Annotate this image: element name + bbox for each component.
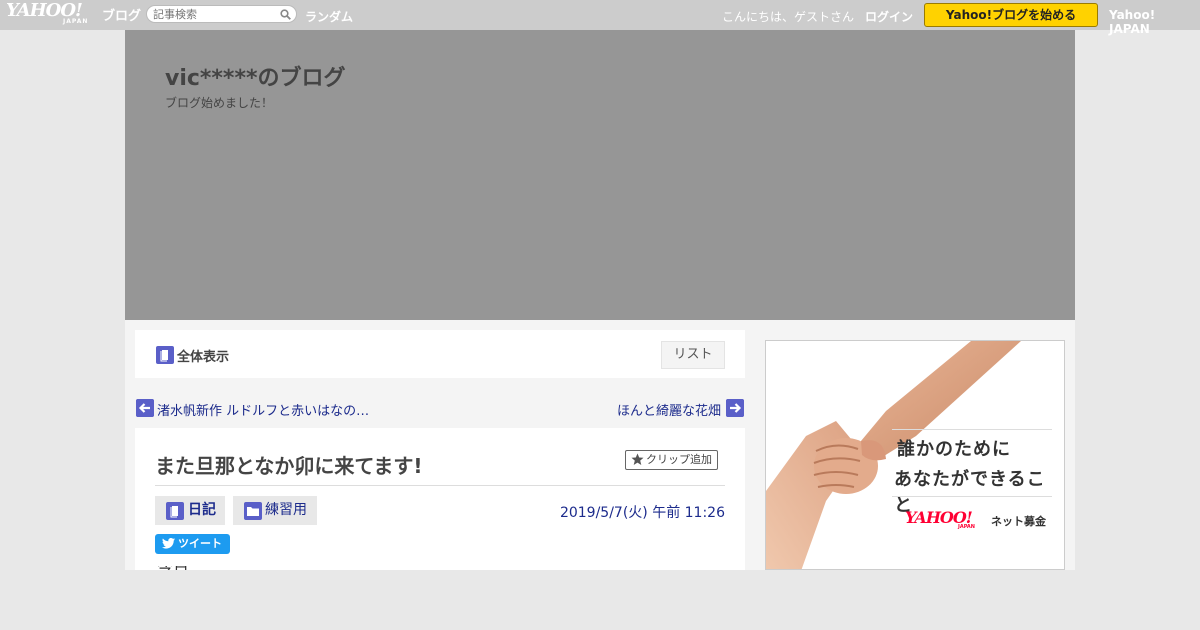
category-tag-practice[interactable]: 練習用 (233, 496, 317, 525)
star-icon (631, 453, 644, 465)
ad-divider (892, 496, 1052, 497)
page-bottom (0, 570, 1200, 630)
yahoo-japan-link[interactable]: Yahoo! JAPAN (1109, 8, 1200, 36)
ad-service-name: ネット募金 (991, 515, 1046, 528)
arrow-left-icon (136, 399, 154, 417)
yahoo-blog-logo[interactable]: YAHOO! JAPAN ブログ (6, 0, 142, 27)
arrow-right-icon (726, 399, 744, 417)
random-link[interactable]: ランダム (305, 8, 353, 25)
twitter-bird-icon (162, 538, 175, 549)
greeting-text: こんにちは、ゲストさん (722, 10, 855, 24)
next-post-title: ほんと綺麗な花畑 (616, 404, 721, 419)
book-icon (156, 346, 174, 364)
next-post-link[interactable]: ほんと綺麗な花畑 (595, 398, 745, 419)
article: また旦那となか卯に来てます! クリップ追加 日記 練習用 2019/5/7(火)… (135, 428, 745, 570)
post-navigation: 渚水帆新作 ルドルフと赤いはなの… ほんと綺麗な花畑 (135, 398, 745, 420)
blog-description: ブログ始めました！ (165, 96, 274, 110)
japan-logo-text: JAPAN (63, 18, 89, 25)
folder-label: 練習用 (265, 502, 307, 518)
article-title[interactable]: また旦那となか卯に来てます! (155, 450, 423, 479)
search-input[interactable] (153, 7, 273, 22)
search-box (146, 5, 297, 23)
book-icon (166, 502, 184, 520)
post-date: 2019/5/7(火) 午前 11:26 (559, 505, 725, 521)
prev-post-title: 渚水帆新作 ルドルフと赤いはなの… (157, 404, 370, 419)
clip-add-button[interactable]: クリップ追加 (625, 450, 718, 470)
login-link[interactable]: ログイン (865, 8, 913, 25)
clip-add-label: クリップ追加 (646, 453, 712, 466)
tweet-label: ツイート (178, 537, 222, 550)
allview-bar: 全体表示 リスト (135, 330, 745, 378)
global-header: YAHOO! JAPAN ブログ ランダム こんにちは、ゲストさん ログイン Y… (0, 0, 1200, 36)
category-label: 日記 (188, 502, 216, 518)
title-divider (155, 485, 725, 486)
tweet-button[interactable]: ツイート (155, 534, 230, 554)
donation-ad-banner[interactable]: 誰かのために あなたができること YAHOO! JAPAN ネット募金 (765, 340, 1065, 570)
category-tag-diary[interactable]: 日記 (155, 496, 225, 525)
allview-label[interactable]: 全体表示 (177, 346, 229, 365)
ad-headline-1: 誰かのために (897, 439, 1011, 460)
blog-logo-text: ブログ (102, 9, 142, 24)
folder-icon (244, 502, 262, 520)
blog-title[interactable]: vic*****のブログ (165, 60, 345, 92)
content-area: 全体表示 リスト 渚水帆新作 ルドルフと赤いはなの… ほんと綺麗な花畑 また旦那… (125, 320, 1075, 570)
start-blog-button[interactable]: Yahoo!ブログを始める (924, 3, 1098, 27)
list-button[interactable]: リスト (661, 341, 725, 369)
blog-header: vic*****のブログ ブログ始めました！ (125, 30, 1075, 320)
ad-japan-logo: JAPAN (958, 524, 975, 530)
search-icon[interactable] (280, 9, 291, 20)
ad-divider (892, 429, 1052, 430)
